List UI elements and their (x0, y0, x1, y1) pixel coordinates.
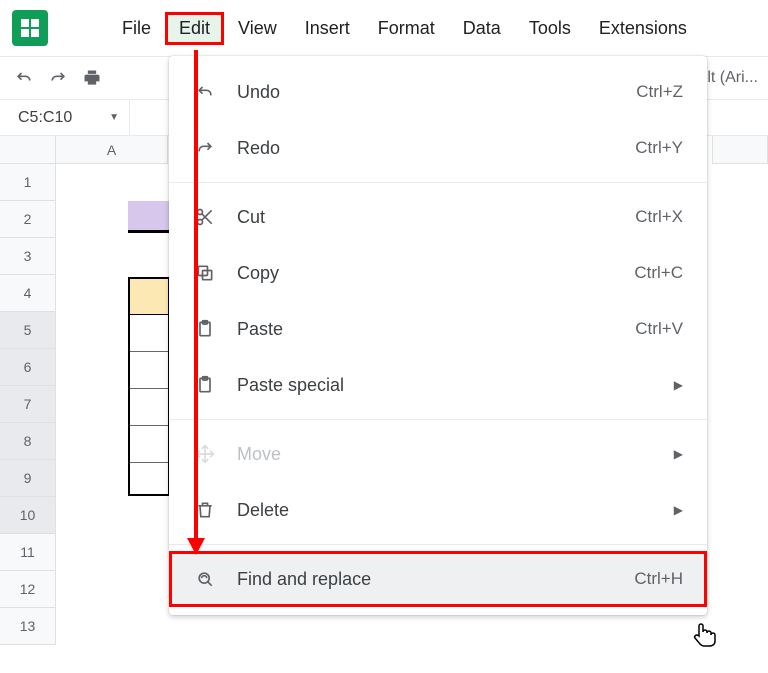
row-header[interactable]: 6 (0, 349, 56, 386)
row-header[interactable]: 5 (0, 312, 56, 349)
menu-item-label: Move (237, 444, 674, 465)
edit-dropdown-menu: Undo Ctrl+Z Redo Ctrl+Y Cut Ctrl+X Copy … (169, 56, 707, 615)
menu-paste-special[interactable]: Paste special ▶ (169, 357, 707, 413)
row-header[interactable]: 8 (0, 423, 56, 460)
menu-item-label: Undo (237, 82, 636, 103)
menu-item-label: Paste (237, 319, 635, 340)
row-header[interactable]: 12 (0, 571, 56, 608)
menu-separator (169, 182, 707, 183)
row-header[interactable]: 7 (0, 386, 56, 423)
column-header-a[interactable]: A (56, 136, 168, 164)
menu-insert[interactable]: Insert (291, 12, 364, 45)
menu-item-shortcut: Ctrl+H (634, 569, 683, 589)
row-header[interactable]: 11 (0, 534, 56, 571)
menu-data[interactable]: Data (449, 12, 515, 45)
menu-separator (169, 419, 707, 420)
row-header[interactable]: 10 (0, 497, 56, 534)
redo-icon[interactable] (48, 68, 68, 88)
name-box-value: C5:C10 (18, 109, 72, 127)
print-icon[interactable] (82, 68, 102, 88)
chevron-down-icon: ▼ (109, 112, 119, 123)
menu-redo[interactable]: Redo Ctrl+Y (169, 120, 707, 176)
menu-edit[interactable]: Edit (165, 12, 224, 45)
menu-move: Move ▶ (169, 426, 707, 482)
menu-cut[interactable]: Cut Ctrl+X (169, 189, 707, 245)
row-headers: 1 2 3 4 5 6 7 8 9 10 11 12 13 (0, 164, 56, 645)
font-selector[interactable]: ult (Ari... (698, 69, 768, 87)
row-header[interactable]: 13 (0, 608, 56, 645)
menu-tools[interactable]: Tools (515, 12, 585, 45)
submenu-arrow-icon: ▶ (674, 503, 683, 517)
menubar: File Edit View Insert Format Data Tools … (108, 12, 701, 45)
redo-icon (193, 136, 217, 160)
menu-view[interactable]: View (224, 12, 291, 45)
row-header[interactable]: 3 (0, 238, 56, 275)
undo-icon (193, 80, 217, 104)
filled-cell[interactable] (128, 201, 170, 233)
menu-delete[interactable]: Delete ▶ (169, 482, 707, 538)
sheets-logo-icon[interactable] (12, 10, 48, 46)
row-header[interactable]: 9 (0, 460, 56, 497)
clipboard-icon (193, 317, 217, 341)
submenu-arrow-icon: ▶ (674, 447, 683, 461)
menu-item-label: Delete (237, 500, 674, 521)
menu-item-label: Cut (237, 207, 635, 228)
menu-paste[interactable]: Paste Ctrl+V (169, 301, 707, 357)
menu-separator (169, 544, 707, 545)
name-box[interactable]: C5:C10 ▼ (0, 100, 130, 135)
menu-copy[interactable]: Copy Ctrl+C (169, 245, 707, 301)
menu-find-replace[interactable]: Find and replace Ctrl+H (169, 551, 707, 607)
menu-extensions[interactable]: Extensions (585, 12, 701, 45)
trash-icon (193, 498, 217, 522)
menu-item-shortcut: Ctrl+Z (636, 82, 683, 102)
copy-icon (193, 261, 217, 285)
menu-file[interactable]: File (108, 12, 165, 45)
menu-item-label: Find and replace (237, 569, 634, 590)
menu-format[interactable]: Format (364, 12, 449, 45)
menu-item-shortcut: Ctrl+V (635, 319, 683, 339)
move-icon (193, 442, 217, 466)
scissors-icon (193, 205, 217, 229)
menu-item-shortcut: Ctrl+X (635, 207, 683, 227)
menu-undo[interactable]: Undo Ctrl+Z (169, 64, 707, 120)
row-header[interactable]: 4 (0, 275, 56, 312)
menu-item-shortcut: Ctrl+C (634, 263, 683, 283)
undo-icon[interactable] (14, 68, 34, 88)
clipboard-icon (193, 373, 217, 397)
submenu-arrow-icon: ▶ (674, 378, 683, 392)
row-header[interactable]: 2 (0, 201, 56, 238)
find-replace-icon (193, 567, 217, 591)
select-all-corner[interactable] (0, 136, 56, 164)
column-header-far[interactable] (712, 136, 768, 164)
menu-item-label: Paste special (237, 375, 674, 396)
row-header[interactable]: 1 (0, 164, 56, 201)
menu-item-shortcut: Ctrl+Y (635, 138, 683, 158)
menu-item-label: Redo (237, 138, 635, 159)
menu-item-label: Copy (237, 263, 634, 284)
selected-cell-range[interactable] (128, 277, 170, 496)
